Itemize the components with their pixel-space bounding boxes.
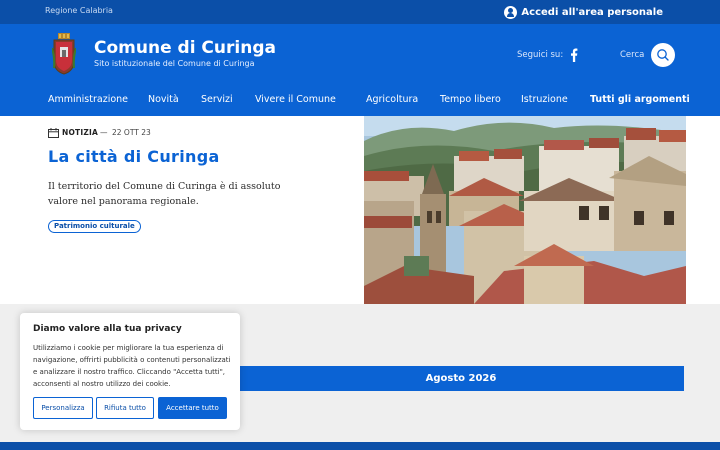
cookie-text: Utilizziamo i cookie per migliorare la t… xyxy=(33,344,231,388)
site-subtitle: Sito istituzionale del Comune di Curinga xyxy=(94,59,255,68)
facebook-icon[interactable] xyxy=(570,48,578,62)
header: Comune di Curinga Sito istituzionale del… xyxy=(0,24,720,86)
news-description: Il territorio del Comune di Curinga è di… xyxy=(48,181,281,207)
calendar-icon xyxy=(48,128,59,138)
login-label: Accedi all'area personale xyxy=(521,6,663,18)
cookie-reject-button[interactable]: Rifiuta tutto xyxy=(96,397,154,419)
news-date: 22 OTT 23 xyxy=(112,128,151,137)
crest-icon[interactable] xyxy=(52,33,76,75)
nav-item-novita[interactable]: Novità xyxy=(148,94,179,105)
topic-badge[interactable]: Patrimonio culturale xyxy=(48,220,141,233)
cookie-accept-button[interactable]: Accettare tutto xyxy=(158,397,227,419)
nav-item-tempo-libero[interactable]: Tempo libero xyxy=(440,94,501,105)
cookie-customize-button[interactable]: Personalizza xyxy=(33,397,93,419)
user-icon xyxy=(504,5,518,19)
cookie-banner: Diamo valore alla tua privacy Utilizziam… xyxy=(20,313,240,430)
nav-item-istruzione[interactable]: Istruzione xyxy=(521,94,568,105)
bottom-strip xyxy=(0,442,720,450)
login-button[interactable]: Accedi all'area personale xyxy=(504,4,663,20)
search-button[interactable] xyxy=(651,43,675,67)
search-icon xyxy=(657,49,669,61)
news-headline[interactable]: La città di Curinga xyxy=(48,147,220,166)
region-link[interactable]: Regione Calabria xyxy=(45,6,113,15)
main-nav: Amministrazione Novità Servizi Vivere il… xyxy=(0,86,720,116)
news-category: NOTIZIA xyxy=(62,128,98,137)
nav-item-tutti-gli-argomenti[interactable]: Tutti gli argomenti xyxy=(590,94,690,105)
news-photo xyxy=(364,116,686,304)
featured-news xyxy=(0,116,364,304)
nav-item-amministrazione[interactable]: Amministrazione xyxy=(48,94,128,105)
calendar-month-header[interactable]: Agosto 2026 xyxy=(238,366,684,391)
search-label: Cerca xyxy=(620,50,645,60)
news-separator: — xyxy=(100,128,108,137)
top-bar: Regione Calabria Accedi all'area persona… xyxy=(0,0,720,24)
nav-item-servizi[interactable]: Servizi xyxy=(201,94,233,105)
site-title[interactable]: Comune di Curinga xyxy=(94,38,276,58)
nav-item-vivere-il-comune[interactable]: Vivere il Comune xyxy=(255,94,336,105)
cookie-title: Diamo valore alla tua privacy xyxy=(33,324,182,334)
follow-label: Seguici su: xyxy=(517,50,564,60)
nav-item-agricoltura[interactable]: Agricoltura xyxy=(366,94,418,105)
